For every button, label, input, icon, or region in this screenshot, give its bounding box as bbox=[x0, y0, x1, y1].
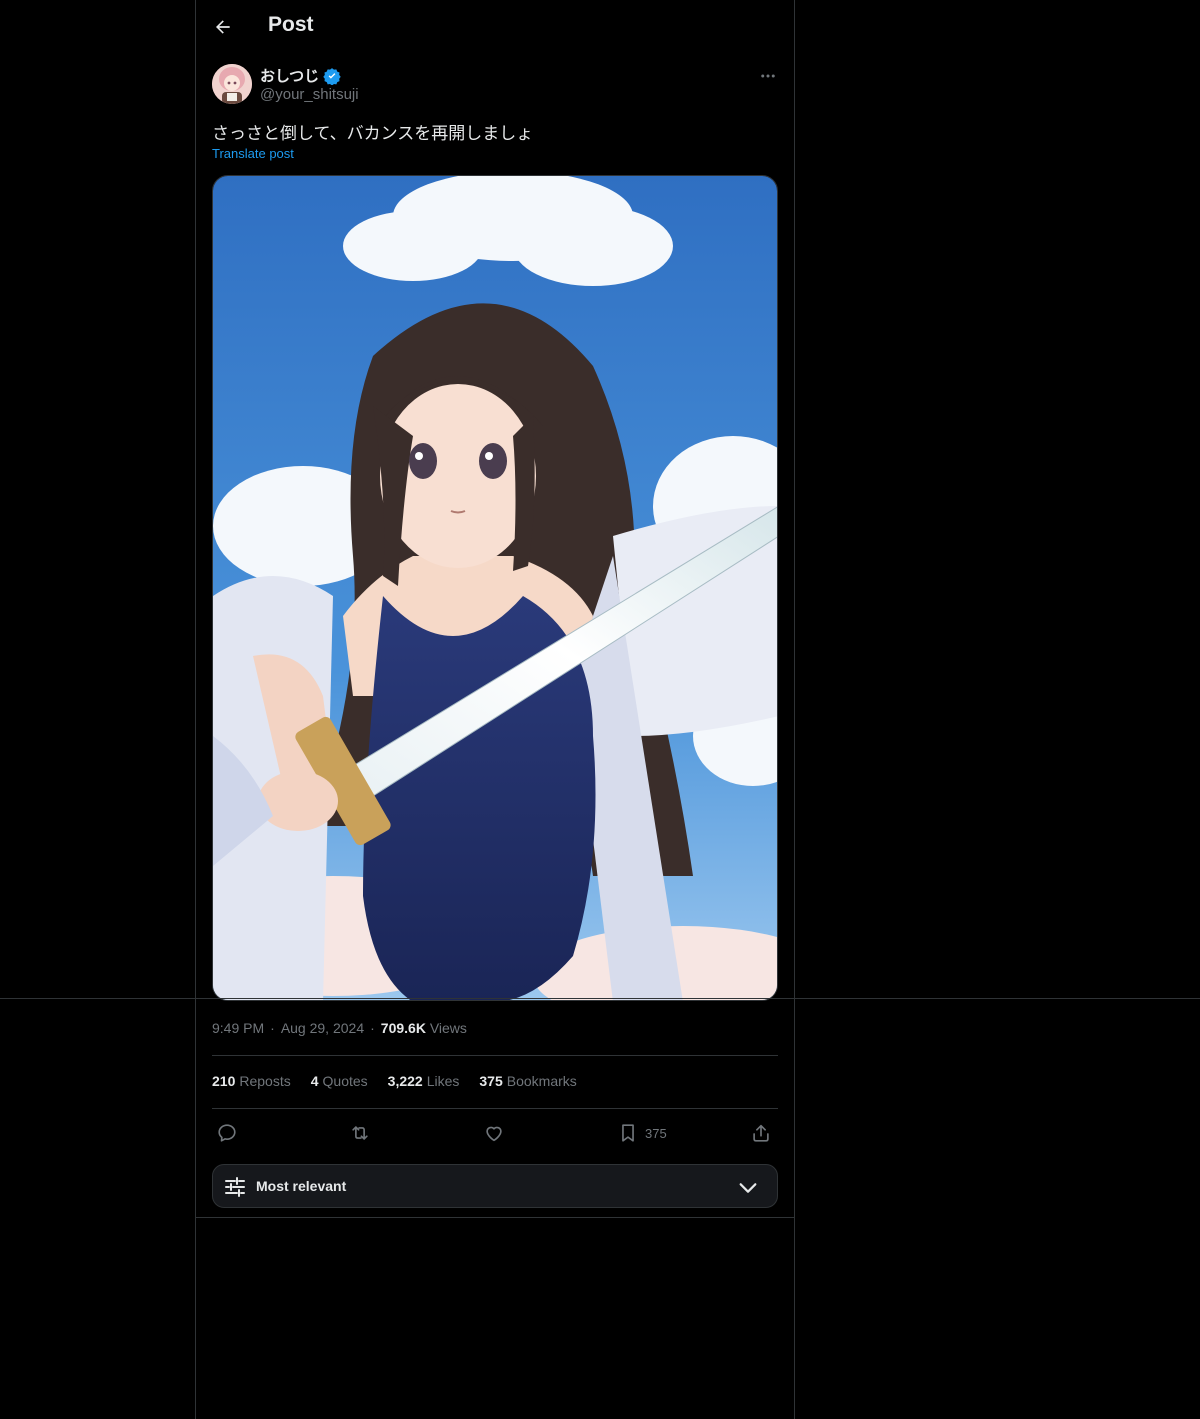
more-options-button[interactable] bbox=[756, 64, 780, 88]
main-column: Post おしつじ @your_shitsuji さっさと倒して、バカンスを再開… bbox=[195, 0, 795, 1419]
likes-stat[interactable]: 3,222 Likes bbox=[388, 1073, 460, 1089]
reposts-count: 210 bbox=[212, 1073, 236, 1089]
post-image[interactable] bbox=[212, 175, 778, 1001]
action-bar: 375 bbox=[212, 1118, 778, 1148]
bookmarks-stat[interactable]: 375 Bookmarks bbox=[479, 1073, 576, 1089]
bookmark-button[interactable]: 375 bbox=[617, 1118, 667, 1148]
repost-icon bbox=[352, 1126, 368, 1140]
post-text: さっさと倒して、バカンスを再開しましょ bbox=[212, 124, 534, 144]
verified-badge-icon[interactable] bbox=[323, 67, 341, 85]
quotes-label: Quotes bbox=[322, 1073, 368, 1089]
bookmark-icon bbox=[622, 1124, 634, 1142]
meta-separator: · bbox=[270, 1020, 275, 1036]
heart-icon bbox=[486, 1126, 502, 1142]
likes-label: Likes bbox=[426, 1073, 460, 1089]
views-label: Views bbox=[429, 1020, 467, 1036]
author-display-name: おしつじ bbox=[260, 68, 320, 85]
quotes-stat[interactable]: 4 Quotes bbox=[311, 1073, 368, 1089]
reply-icon bbox=[218, 1124, 236, 1142]
reply-button[interactable] bbox=[216, 1118, 238, 1148]
bookmark-count: 375 bbox=[645, 1125, 667, 1141]
bookmarks-label: Bookmarks bbox=[506, 1073, 577, 1089]
post-meta: 9:49 PM · Aug 29, 2024 · 709.6K Views bbox=[212, 1020, 467, 1036]
sort-replies-dropdown[interactable]: Most relevant bbox=[212, 1164, 778, 1208]
chevron-down-icon bbox=[739, 1183, 757, 1193]
reposts-stat[interactable]: 210 Reposts bbox=[212, 1073, 291, 1089]
avatar-image bbox=[212, 64, 252, 104]
divider bbox=[212, 1108, 778, 1109]
back-button[interactable] bbox=[208, 10, 238, 44]
repost-button[interactable] bbox=[349, 1118, 371, 1148]
share-icon bbox=[753, 1124, 769, 1142]
author-handle[interactable]: @your_shitsuji bbox=[260, 86, 359, 103]
likes-count: 3,222 bbox=[387, 1073, 423, 1089]
viewport-divider bbox=[0, 998, 1200, 999]
reposts-label: Reposts bbox=[239, 1073, 291, 1089]
avatar[interactable] bbox=[212, 64, 252, 104]
views-count: 709.6K bbox=[380, 1020, 426, 1036]
page-title: Post bbox=[268, 13, 314, 36]
filter-sliders-icon bbox=[225, 1177, 245, 1197]
sort-label: Most relevant bbox=[256, 1178, 347, 1194]
divider bbox=[212, 1055, 778, 1056]
post-header: Post bbox=[196, 0, 794, 54]
post-time[interactable]: 9:49 PM bbox=[212, 1020, 264, 1036]
arrow-left-icon bbox=[216, 20, 230, 34]
more-dots-icon bbox=[761, 74, 775, 78]
author-name[interactable]: おしつじ bbox=[260, 65, 341, 86]
divider bbox=[196, 1217, 794, 1218]
like-button[interactable] bbox=[483, 1118, 505, 1148]
post-date[interactable]: Aug 29, 2024 bbox=[281, 1020, 364, 1036]
bookmarks-count: 375 bbox=[479, 1073, 503, 1089]
quotes-count: 4 bbox=[310, 1073, 319, 1089]
translate-post-link[interactable]: Translate post bbox=[212, 146, 294, 161]
share-button[interactable] bbox=[750, 1118, 772, 1148]
meta-separator: · bbox=[370, 1020, 375, 1036]
anime-illustration-image bbox=[213, 176, 777, 1000]
post-stats: 210 Reposts 4 Quotes 3,222 Likes 375 Bookmar… bbox=[212, 1073, 577, 1089]
